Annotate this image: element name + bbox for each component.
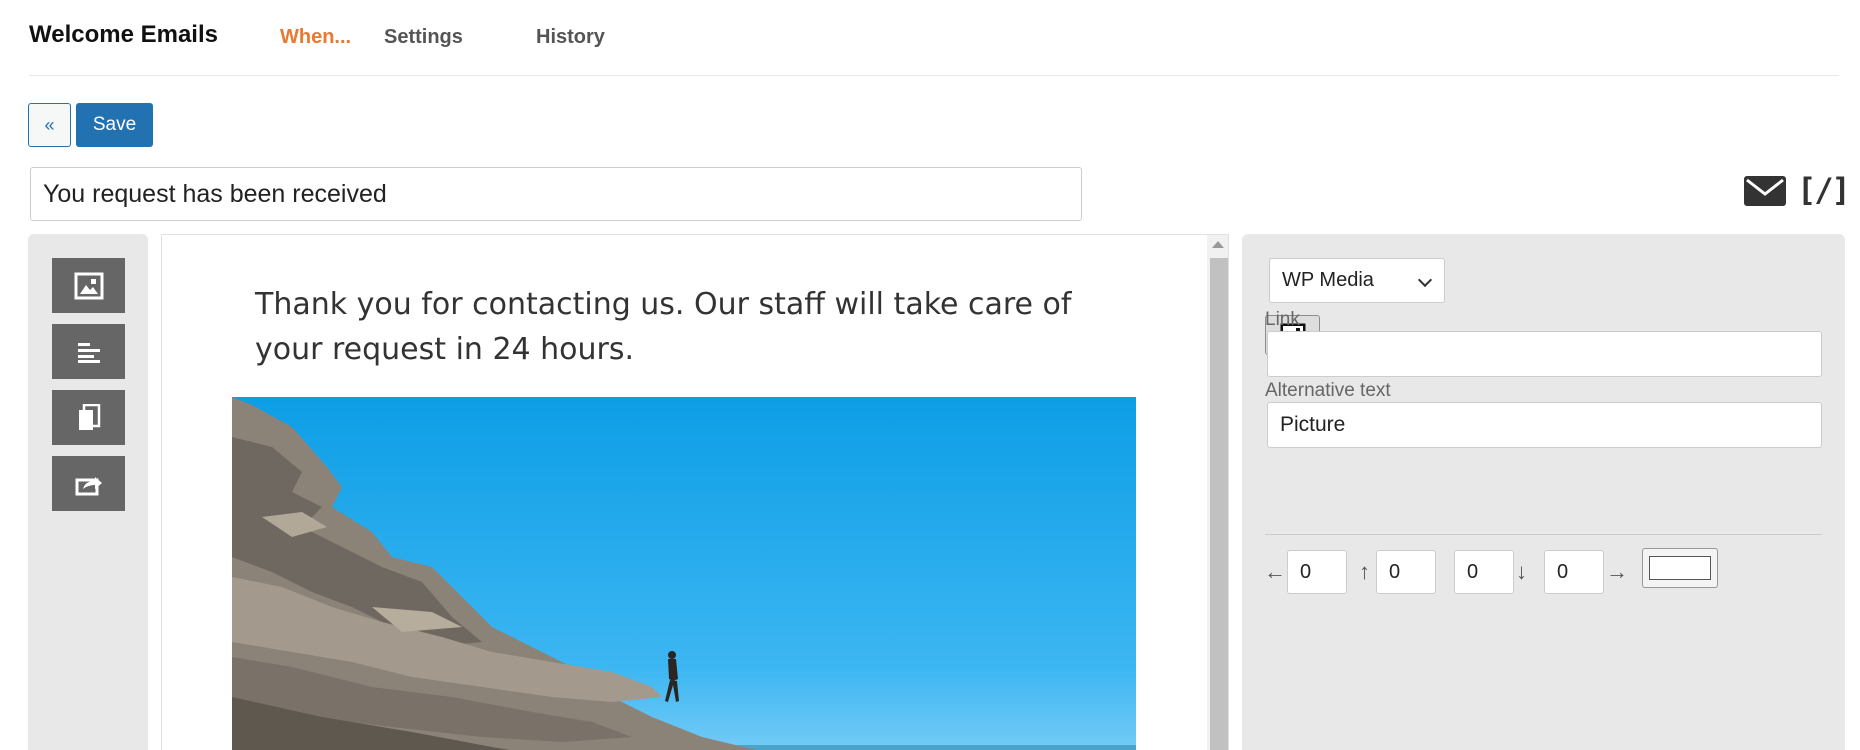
link-label: Link xyxy=(1265,309,1300,330)
email-paragraph[interactable]: Thank you for contacting us. Our staff w… xyxy=(255,282,1135,372)
shortcode-icon[interactable]: [/] xyxy=(1797,171,1851,209)
text-block-icon[interactable] xyxy=(52,324,125,379)
background-color-picker[interactable] xyxy=(1642,548,1718,588)
image-block-icon[interactable] xyxy=(52,258,125,313)
link-input[interactable] xyxy=(1267,331,1822,377)
divider xyxy=(1265,534,1822,535)
tab-when[interactable]: When... xyxy=(280,26,351,49)
share-block-icon[interactable] xyxy=(52,456,125,511)
color-swatch-preview xyxy=(1649,556,1711,580)
canvas-scrollbar[interactable] xyxy=(1207,235,1228,750)
padding-left-arrow-icon: ← xyxy=(1264,559,1286,584)
padding-right-arrow-icon: → xyxy=(1606,559,1628,584)
scroll-thumb[interactable] xyxy=(1210,258,1228,750)
subject-input[interactable]: You request has been received xyxy=(30,167,1082,221)
padding-bottom-input[interactable]: 0 xyxy=(1454,550,1514,594)
back-button[interactable]: « xyxy=(28,103,71,147)
padding-top-arrow-icon: ↑ xyxy=(1359,559,1370,584)
padding-bottom-arrow-icon: ↓ xyxy=(1516,559,1527,584)
padding-left-input[interactable]: 0 xyxy=(1287,550,1347,594)
media-source-select[interactable]: WP Media xyxy=(1269,258,1445,303)
save-button[interactable]: Save xyxy=(76,103,153,147)
media-source-value: WP Media xyxy=(1282,269,1374,291)
mail-icon[interactable] xyxy=(1744,176,1786,211)
blocks-palette xyxy=(28,234,148,750)
padding-top-input[interactable]: 0 xyxy=(1376,550,1436,594)
scroll-up-arrow-icon[interactable] xyxy=(1212,241,1224,248)
tab-settings[interactable]: Settings xyxy=(384,26,463,49)
chevron-down-icon xyxy=(1417,272,1433,288)
alt-text-input[interactable]: Picture xyxy=(1267,402,1822,448)
copy-block-icon[interactable] xyxy=(52,390,125,445)
alt-text-label: Alternative text xyxy=(1265,380,1391,401)
header-bar: Welcome Emails When... Settings History xyxy=(29,0,1839,76)
tab-history[interactable]: History xyxy=(536,26,605,49)
email-canvas[interactable]: Thank you for contacting us. Our staff w… xyxy=(161,234,1229,750)
padding-right-input[interactable]: 0 xyxy=(1544,550,1604,594)
page-title: Welcome Emails xyxy=(29,21,218,48)
image-settings-panel: WP Media Link Alternative text Picture ←… xyxy=(1242,234,1845,750)
email-image[interactable] xyxy=(232,397,1136,750)
